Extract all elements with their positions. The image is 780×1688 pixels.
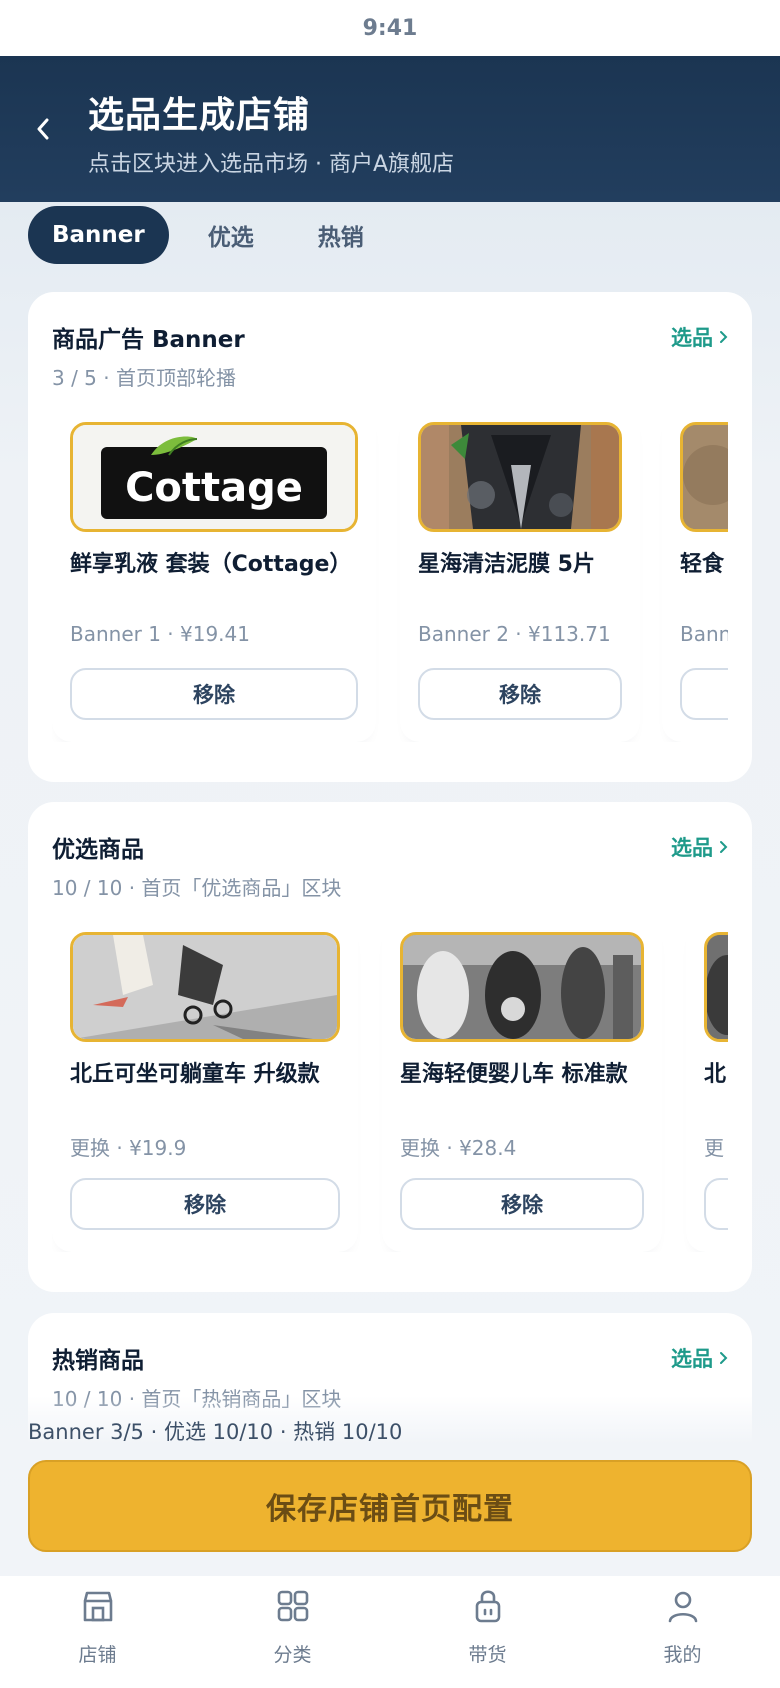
select-label: 选品 [671,836,713,860]
page-header: 选品生成店铺 点击区块进入选品市场 · 商户A旗舰店 [0,56,780,202]
section-tabs: Banner 优选 热销 [28,206,389,264]
tabbar-item-me[interactable]: 我的 [585,1576,780,1688]
product-title: 北丘可坐可躺童车 升级款 [70,1062,320,1087]
grid-icon [277,1590,308,1622]
remove-button[interactable]: 移除 [70,1178,340,1230]
remove-button[interactable]: 移除 [680,668,728,720]
product-meta: Banner 1 · ¥19.41 [70,622,250,646]
product-thumbnail [70,932,340,1042]
tabbar-label: 店铺 [78,1644,117,1666]
remove-button[interactable]: 移除 [704,1178,728,1230]
store-icon [83,1591,112,1622]
tabbar-item-sell[interactable]: 带货 [390,1576,585,1688]
product-meta: 更换 · ¥28.4 [400,1136,517,1160]
chevron-right-icon [720,841,728,853]
tab-banner[interactable]: Banner [28,206,169,264]
chevron-right-icon [720,1352,728,1364]
remove-button[interactable]: 移除 [418,668,622,720]
select-label: 选品 [671,1347,713,1371]
select-products-button[interactable]: 选品 [671,832,728,862]
product-thumbnail [400,932,644,1042]
product-card[interactable]: 星海轻便婴儿车 标准款 更换 · ¥28.4 移除 [382,920,662,1252]
food-photo [683,425,728,529]
page-subtitle: 点击区块进入选品市场 · 商户A旗舰店 [88,152,455,177]
back-button[interactable] [28,114,58,144]
featured-section: 优选商品 选品 10 / 10 · 首页「优选商品」区块 北丘可坐可躺童车 升级… [28,802,752,1292]
select-products-button[interactable]: 选品 [671,322,728,352]
chevron-right-icon [720,331,728,343]
section-meta: 10 / 10 · 首页「优选商品」区块 [52,876,342,900]
product-meta: Banner 2 · ¥113.71 [418,622,611,646]
selection-summary: Banner 3/5 · 优选 10/10 · 热销 10/10 [28,1420,403,1444]
banner-section: 商品广告 Banner 选品 3 / 5 · 首页顶部轮播 Cottage 鲜享… [28,292,752,782]
product-thumbnail: Cottage [70,422,358,532]
product-card[interactable]: 北 更 移除 [686,920,728,1252]
product-title: 星海轻便婴儿车 标准款 [400,1062,628,1087]
tabbar-label: 带货 [468,1644,507,1666]
bottom-tab-bar: 店铺 分类 带货 我的 [0,1576,780,1688]
tab-featured[interactable]: 优选 [183,206,279,264]
save-config-button[interactable]: 保存店铺首页配置 [28,1460,752,1552]
tabbar-label: 我的 [663,1644,702,1666]
select-products-button[interactable]: 选品 [671,1343,728,1373]
product-thumbnail [418,422,622,532]
mud-mask-photo [421,425,619,529]
product-title: 轻食 [680,552,725,577]
stroller-photo [707,935,728,1039]
product-card[interactable]: 星海清洁泥膜 5片 Banner 2 · ¥113.71 移除 [400,410,640,742]
featured-carousel[interactable]: 北丘可坐可躺童车 升级款 更换 · ¥19.9 移除 星海轻便婴儿车 标准款 更… [52,920,728,1252]
chevron-left-icon [37,118,49,140]
product-card[interactable]: Cottage 鲜享乳液 套装（Cottage） Banner 1 · ¥19.… [52,410,376,742]
product-meta: 更换 · ¥19.9 [70,1136,187,1160]
section-meta: 3 / 5 · 首页顶部轮播 [52,366,236,390]
tabbar-item-category[interactable]: 分类 [195,1576,390,1688]
banner-carousel[interactable]: Cottage 鲜享乳液 套装（Cottage） Banner 1 · ¥19.… [52,410,728,742]
tab-hot[interactable]: 热销 [293,206,389,264]
bag-icon [475,1590,500,1623]
tabbar-item-store[interactable]: 店铺 [0,1576,195,1688]
section-title: 热销商品 [52,1348,144,1374]
select-label: 选品 [671,326,713,350]
product-card[interactable]: 轻食 Bann 移除 [662,410,728,742]
user-icon [668,1591,697,1623]
page-title: 选品生成店铺 [88,95,311,136]
product-thumbnail [704,932,728,1042]
product-thumbnail [680,422,728,532]
remove-button[interactable]: 移除 [400,1178,644,1230]
product-title: 北 [704,1062,727,1087]
stroller-street-photo [403,935,641,1039]
remove-button[interactable]: 移除 [70,668,358,720]
product-card[interactable]: 北丘可坐可躺童车 升级款 更换 · ¥19.9 移除 [52,920,358,1252]
product-title: 星海清洁泥膜 5片 [418,552,595,577]
section-title: 商品广告 Banner [52,327,245,353]
section-title: 优选商品 [52,837,144,863]
stroller-photo [73,935,337,1039]
product-meta: 更 [704,1136,724,1160]
thumb-logo-text: Cottage [125,465,303,511]
product-meta: Bann [680,622,728,646]
status-time: 9:41 [362,15,418,41]
product-title: 鲜享乳液 套装（Cottage） [70,552,352,577]
status-bar: 9:41 [0,0,780,56]
cottage-logo: Cottage [73,425,355,529]
tabbar-label: 分类 [273,1644,312,1666]
